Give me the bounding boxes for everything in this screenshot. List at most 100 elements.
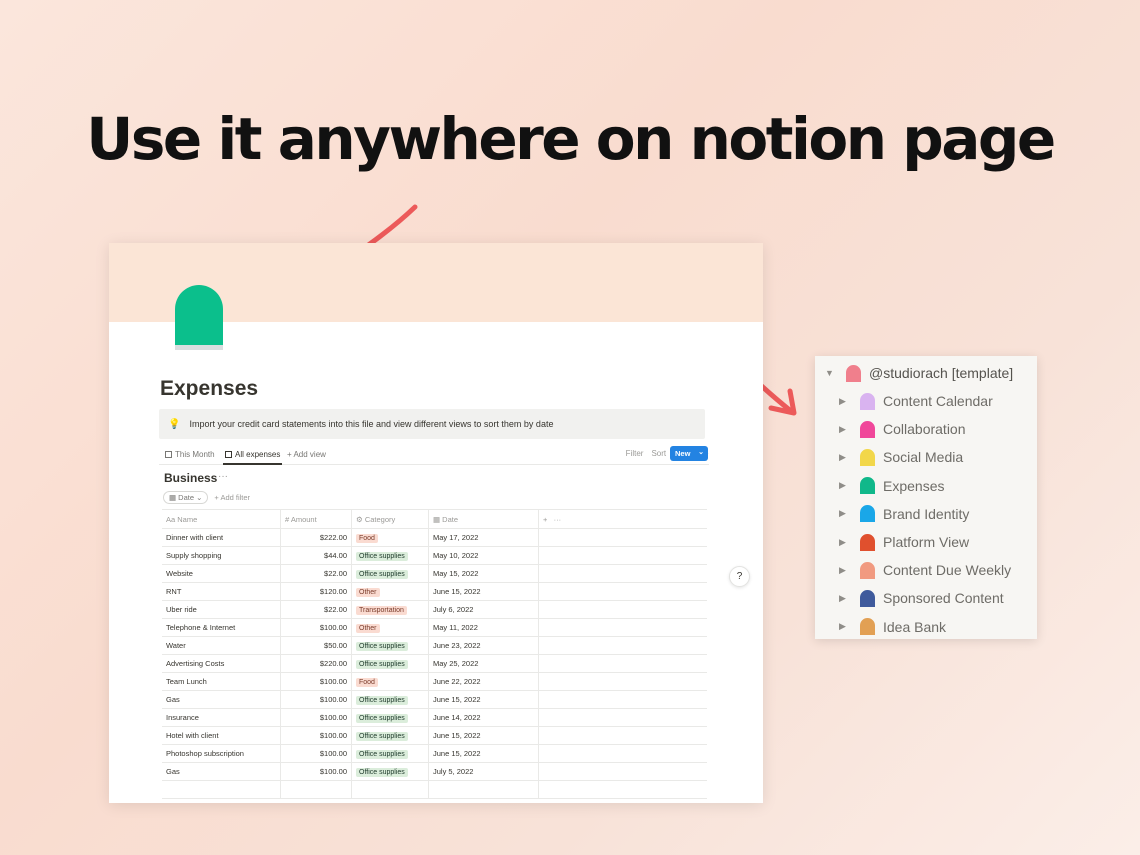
- cell-amount[interactable]: $100.00: [280, 618, 352, 637]
- cell-category[interactable]: Other: [351, 582, 429, 601]
- cell-date[interactable]: June 22, 2022: [428, 672, 539, 691]
- caret-right-icon[interactable]: ▶: [839, 565, 846, 576]
- caret-right-icon[interactable]: ▶: [839, 480, 846, 491]
- table-row[interactable]: Supply shopping $44.00 Office supplies May …: [162, 546, 707, 565]
- table-row[interactable]: Hotel with client $100.00 Office supplies J…: [162, 726, 707, 745]
- cell-date[interactable]: May 11, 2022: [428, 618, 539, 637]
- cell-name[interactable]: Telephone & Internet: [162, 618, 281, 637]
- table-row[interactable]: Website $22.00 Office supplies May 15, 2022: [162, 564, 707, 583]
- caret-right-icon[interactable]: ▶: [839, 621, 846, 632]
- table-row[interactable]: Telephone & Internet $100.00 Other May 11, …: [162, 618, 707, 637]
- cell-name[interactable]: Insurance: [162, 708, 281, 727]
- table-row[interactable]: Advertising Costs $220.00 Office supplies M…: [162, 654, 707, 673]
- table-row[interactable]: Uber ride $22.00 Transportation July 6, 202…: [162, 600, 707, 619]
- cell-amount[interactable]: $22.00: [280, 600, 352, 619]
- new-button[interactable]: New ⌄: [670, 446, 708, 461]
- column-category[interactable]: ⚙ Category: [351, 509, 429, 529]
- table-row[interactable]: Insurance $100.00 Office supplies June 14, …: [162, 708, 707, 727]
- cell-date[interactable]: May 25, 2022: [428, 654, 539, 673]
- cell-amount[interactable]: $100.00: [280, 672, 352, 691]
- caret-right-icon[interactable]: ▶: [839, 593, 846, 604]
- group-title[interactable]: Business: [164, 471, 217, 485]
- cell-category[interactable]: Office supplies: [351, 546, 429, 565]
- tab-all-expenses[interactable]: All expenses: [222, 447, 283, 465]
- caret-right-icon[interactable]: ▶: [839, 424, 846, 435]
- column-amount[interactable]: # Amount: [280, 509, 352, 529]
- group-more-icon[interactable]: ···: [218, 471, 228, 482]
- cell-name[interactable]: Dinner with client: [162, 528, 281, 547]
- sidebar-item[interactable]: ▶ Content Due Weekly: [815, 558, 1037, 582]
- cell-name[interactable]: Advertising Costs: [162, 654, 281, 673]
- sidebar-item[interactable]: ▶ Social Media: [815, 445, 1037, 469]
- sort-button[interactable]: Sort: [651, 449, 666, 458]
- table-row[interactable]: Photoshop subscription $100.00 Office supp…: [162, 744, 707, 763]
- date-filter-chip[interactable]: ▦ Date ⌄: [163, 491, 209, 504]
- cell-category[interactable]: Food: [351, 672, 429, 691]
- cell-date[interactable]: July 6, 2022: [428, 600, 539, 619]
- column-date[interactable]: ▦ Date: [428, 509, 539, 529]
- table-row[interactable]: RNT $120.00 Other June 15, 2022: [162, 582, 707, 601]
- cell-amount[interactable]: $44.00: [280, 546, 352, 565]
- chevron-down-icon[interactable]: ⌄: [698, 448, 704, 456]
- add-view-button[interactable]: + Add view: [287, 447, 326, 461]
- page-title[interactable]: Expenses: [160, 377, 258, 401]
- cell-category[interactable]: Food: [351, 528, 429, 547]
- cell-date[interactable]: June 15, 2022: [428, 726, 539, 745]
- cell-name[interactable]: Hotel with client: [162, 726, 281, 745]
- cell-name[interactable]: Photoshop subscription: [162, 744, 281, 763]
- sidebar-item[interactable]: ▶ Brand Identity: [815, 502, 1037, 526]
- add-filter-button[interactable]: + Add filter: [214, 493, 250, 502]
- add-column-button[interactable]: + ···: [538, 509, 707, 529]
- table-row[interactable]: Gas $100.00 Office supplies July 5, 2022: [162, 762, 707, 781]
- cell-amount[interactable]: $100.00: [280, 726, 352, 745]
- cell-name[interactable]: Uber ride: [162, 600, 281, 619]
- sidebar-item[interactable]: ▶ Expenses: [815, 474, 1037, 498]
- column-name[interactable]: Aa Name: [162, 509, 281, 529]
- cell-name[interactable]: Supply shopping: [162, 546, 281, 565]
- cell-date[interactable]: June 15, 2022: [428, 582, 539, 601]
- caret-right-icon[interactable]: ▶: [839, 452, 846, 463]
- table-row[interactable]: Water $50.00 Office supplies June 23, 2022: [162, 636, 707, 655]
- cell-amount[interactable]: $120.00: [280, 582, 352, 601]
- cell-category[interactable]: Office supplies: [351, 762, 429, 781]
- sidebar-root[interactable]: ▼ @studiorach [template]: [815, 361, 1037, 385]
- sidebar-item[interactable]: ▶ Sponsored Content: [815, 586, 1037, 610]
- cell-category[interactable]: Office supplies: [351, 654, 429, 673]
- cell-date[interactable]: May 10, 2022: [428, 546, 539, 565]
- page-icon[interactable]: [175, 285, 223, 350]
- cell-date[interactable]: June 23, 2022: [428, 636, 539, 655]
- cell-date[interactable]: June 15, 2022: [428, 744, 539, 763]
- sidebar-item[interactable]: ▶ Content Calendar: [815, 389, 1037, 413]
- cell-category[interactable]: Office supplies: [351, 708, 429, 727]
- cell-date[interactable]: May 17, 2022: [428, 528, 539, 547]
- cell-name[interactable]: Water: [162, 636, 281, 655]
- callout[interactable]: 💡 Import your credit card statements int…: [159, 409, 705, 439]
- caret-right-icon[interactable]: ▶: [839, 508, 846, 519]
- cell-amount[interactable]: $100.00: [280, 690, 352, 709]
- cell-date[interactable]: June 15, 2022: [428, 690, 539, 709]
- cell-date[interactable]: June 14, 2022: [428, 708, 539, 727]
- tab-this-month[interactable]: This Month: [165, 447, 215, 461]
- cell-category[interactable]: Transportation: [351, 600, 429, 619]
- caret-right-icon[interactable]: ▶: [839, 537, 846, 548]
- cell-category[interactable]: Office supplies: [351, 636, 429, 655]
- cell-name[interactable]: Gas: [162, 762, 281, 781]
- cell-amount[interactable]: $100.00: [280, 708, 352, 727]
- sidebar-item[interactable]: ▶ Collaboration: [815, 417, 1037, 441]
- cell-name[interactable]: Team Lunch: [162, 672, 281, 691]
- sidebar-item[interactable]: ▶ Platform View: [815, 530, 1037, 554]
- table-row-empty[interactable]: [162, 780, 707, 799]
- sidebar-item[interactable]: ▶ Idea Bank: [815, 615, 1037, 639]
- cell-category[interactable]: Office supplies: [351, 744, 429, 763]
- cell-name[interactable]: Gas: [162, 690, 281, 709]
- cell-category[interactable]: Office supplies: [351, 690, 429, 709]
- cell-amount[interactable]: $220.00: [280, 654, 352, 673]
- filter-button[interactable]: Filter: [626, 449, 644, 458]
- help-button[interactable]: ?: [729, 566, 750, 587]
- caret-right-icon[interactable]: ▶: [839, 396, 846, 407]
- cell-amount[interactable]: $22.00: [280, 564, 352, 583]
- cell-category[interactable]: Office supplies: [351, 564, 429, 583]
- cell-category[interactable]: Other: [351, 618, 429, 637]
- cell-amount[interactable]: $222.00: [280, 528, 352, 547]
- table-row[interactable]: Gas $100.00 Office supplies June 15, 2022: [162, 690, 707, 709]
